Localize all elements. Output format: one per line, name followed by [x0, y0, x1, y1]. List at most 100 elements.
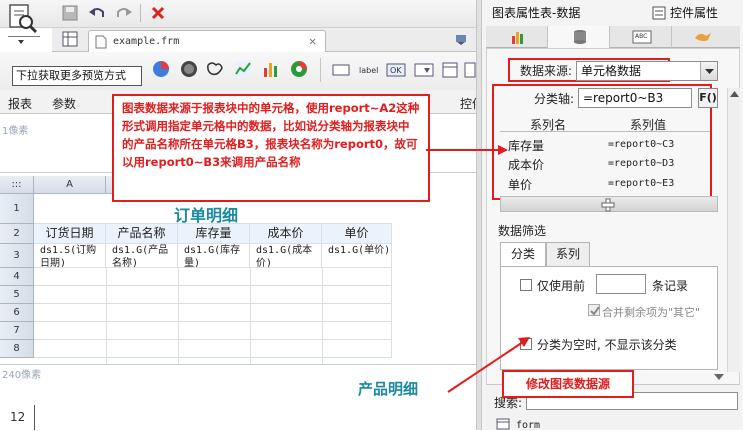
header-cell[interactable]: 产品名称	[106, 224, 178, 244]
source-label: 数据来源:	[520, 64, 573, 78]
filter-title: 数据筛选	[498, 224, 547, 238]
file-icon	[95, 35, 107, 49]
close-tab-icon[interactable]: ✕	[309, 34, 316, 48]
file-tab-label: example.frm	[113, 36, 180, 47]
grid-line	[322, 268, 323, 364]
checkmark-icon	[590, 306, 600, 316]
new-form-icon[interactable]	[62, 31, 78, 47]
grid-corner[interactable]: :::	[0, 176, 34, 194]
gauge-icon[interactable]	[180, 60, 198, 78]
data-cell[interactable]: ds1.G(产品 名称)	[106, 244, 178, 268]
form-node-icon	[496, 418, 510, 430]
report-title[interactable]: 订单明细	[174, 202, 238, 223]
chart-property-tabs: ABC	[486, 26, 740, 48]
panel-scrollbar[interactable]	[727, 88, 740, 372]
row-header[interactable]: 6	[0, 304, 34, 322]
data-cell[interactable]: ds1.G(单价)	[322, 244, 392, 268]
tab-category-filter[interactable]: 分类	[500, 242, 546, 266]
data-cell[interactable]: ds1.G(库存 量)	[178, 244, 250, 268]
row-header[interactable]: 8	[0, 340, 34, 358]
button-widget-icon[interactable]: OK	[386, 63, 406, 77]
donut-chart-icon[interactable]	[290, 60, 308, 78]
save-icon[interactable]	[62, 5, 78, 21]
source-dropdown-button[interactable]	[700, 62, 717, 80]
bar-chart-icon[interactable]	[262, 60, 280, 78]
map-icon[interactable]	[206, 60, 224, 78]
series-name[interactable]: 单价	[508, 176, 532, 193]
header-cell[interactable]: 订货日期	[34, 224, 106, 244]
row-header[interactable]: 7	[0, 322, 34, 340]
pie-chart-icon[interactable]	[152, 60, 170, 78]
empty-row[interactable]	[34, 340, 392, 358]
row-header[interactable]: 2	[0, 224, 34, 244]
textbox-widget-icon[interactable]	[332, 64, 350, 76]
effects-icon	[695, 33, 711, 42]
menu-report[interactable]: 报表	[8, 95, 32, 112]
tab-style[interactable]: ABC	[610, 26, 672, 48]
source-select[interactable]: 单元格数据	[576, 61, 718, 81]
row-header[interactable]: 1	[0, 194, 34, 224]
chevron-down-icon	[705, 69, 714, 74]
grid-line	[250, 268, 251, 364]
series-value[interactable]: =report0~D3	[608, 158, 674, 169]
tree-item-form[interactable]: form	[516, 420, 540, 431]
chart-title[interactable]: 产品明细	[358, 378, 418, 399]
tab-effects[interactable]	[672, 26, 734, 48]
hide-empty-label: 分类为空时, 不显示该分类	[537, 338, 677, 352]
preview-button[interactable]	[6, 2, 42, 46]
chart-axis-number: 12	[10, 410, 26, 424]
row-header[interactable]: 3	[0, 244, 34, 268]
empty-row[interactable]	[34, 268, 392, 286]
combobox-widget-icon[interactable]	[414, 63, 434, 77]
add-icon	[601, 198, 615, 212]
series-value[interactable]: =report0~C3	[608, 139, 674, 150]
date-widget-icon[interactable]	[442, 62, 458, 78]
record-count-input[interactable]	[596, 274, 646, 294]
header-cell[interactable]: 单价	[322, 224, 392, 244]
merge-checkbox[interactable]	[588, 304, 600, 316]
label-widget-icon[interactable]: label	[358, 64, 378, 76]
empty-row[interactable]	[34, 304, 392, 322]
more-widgets-icon[interactable]	[464, 62, 476, 78]
header-cell[interactable]: 成本价	[250, 224, 322, 244]
modify-source-callout: 修改图表数据源	[502, 370, 634, 398]
file-tab[interactable]: example.frm ✕	[88, 30, 326, 52]
only-use-checkbox[interactable]	[520, 279, 532, 291]
series-name[interactable]: 库存量	[508, 137, 544, 154]
report-grid: ::: A B C D E F 1 2 3 4 5 6 7 8 订单明细 订货日…	[0, 176, 398, 364]
empty-row[interactable]	[34, 322, 392, 340]
row-header[interactable]: 4	[0, 268, 34, 286]
empty-row[interactable]	[34, 286, 392, 304]
column-header[interactable]: A	[34, 176, 106, 194]
add-series-bar[interactable]	[500, 196, 718, 212]
database-icon	[574, 30, 586, 44]
merge-label: 合并剩余项为"其它"	[602, 306, 701, 319]
header-cell[interactable]: 库存量	[178, 224, 250, 244]
tab-data[interactable]	[548, 26, 610, 48]
category-input[interactable]: =report0~B3	[578, 88, 692, 108]
chart-type-icon	[512, 32, 523, 44]
undo-icon[interactable]	[88, 4, 106, 22]
series-name[interactable]: 成本价	[508, 156, 544, 173]
widget-props-tab[interactable]: 控件属性	[670, 4, 718, 21]
row-header[interactable]: 5	[0, 286, 34, 304]
line-chart-icon[interactable]	[234, 60, 252, 78]
redo-icon[interactable]	[115, 4, 133, 22]
preview-tooltip: 下拉获取更多预览方式	[12, 66, 142, 86]
tab-chart-type[interactable]	[486, 26, 548, 48]
tab-list-icon[interactable]	[455, 34, 469, 46]
series-value-header: 系列值	[630, 118, 667, 132]
collapse-icon[interactable]	[712, 372, 726, 382]
delete-icon[interactable]	[150, 5, 166, 21]
menu-parameters[interactable]: 参数	[52, 95, 76, 112]
data-cell[interactable]: ds1.G(成本 价)	[250, 244, 322, 268]
grid-line	[178, 268, 179, 364]
hide-empty-checkbox[interactable]	[520, 338, 532, 350]
svg-text:ABC: ABC	[635, 33, 647, 40]
data-cell[interactable]: ds1.S(订购 日期)	[34, 244, 106, 268]
series-value[interactable]: =report0~E3	[608, 178, 674, 189]
ruler-top-label: 1像素	[2, 126, 29, 137]
chart-axis	[34, 405, 35, 430]
formula-button[interactable]: F()	[698, 88, 718, 108]
tab-series-filter[interactable]: 系列	[546, 242, 590, 266]
